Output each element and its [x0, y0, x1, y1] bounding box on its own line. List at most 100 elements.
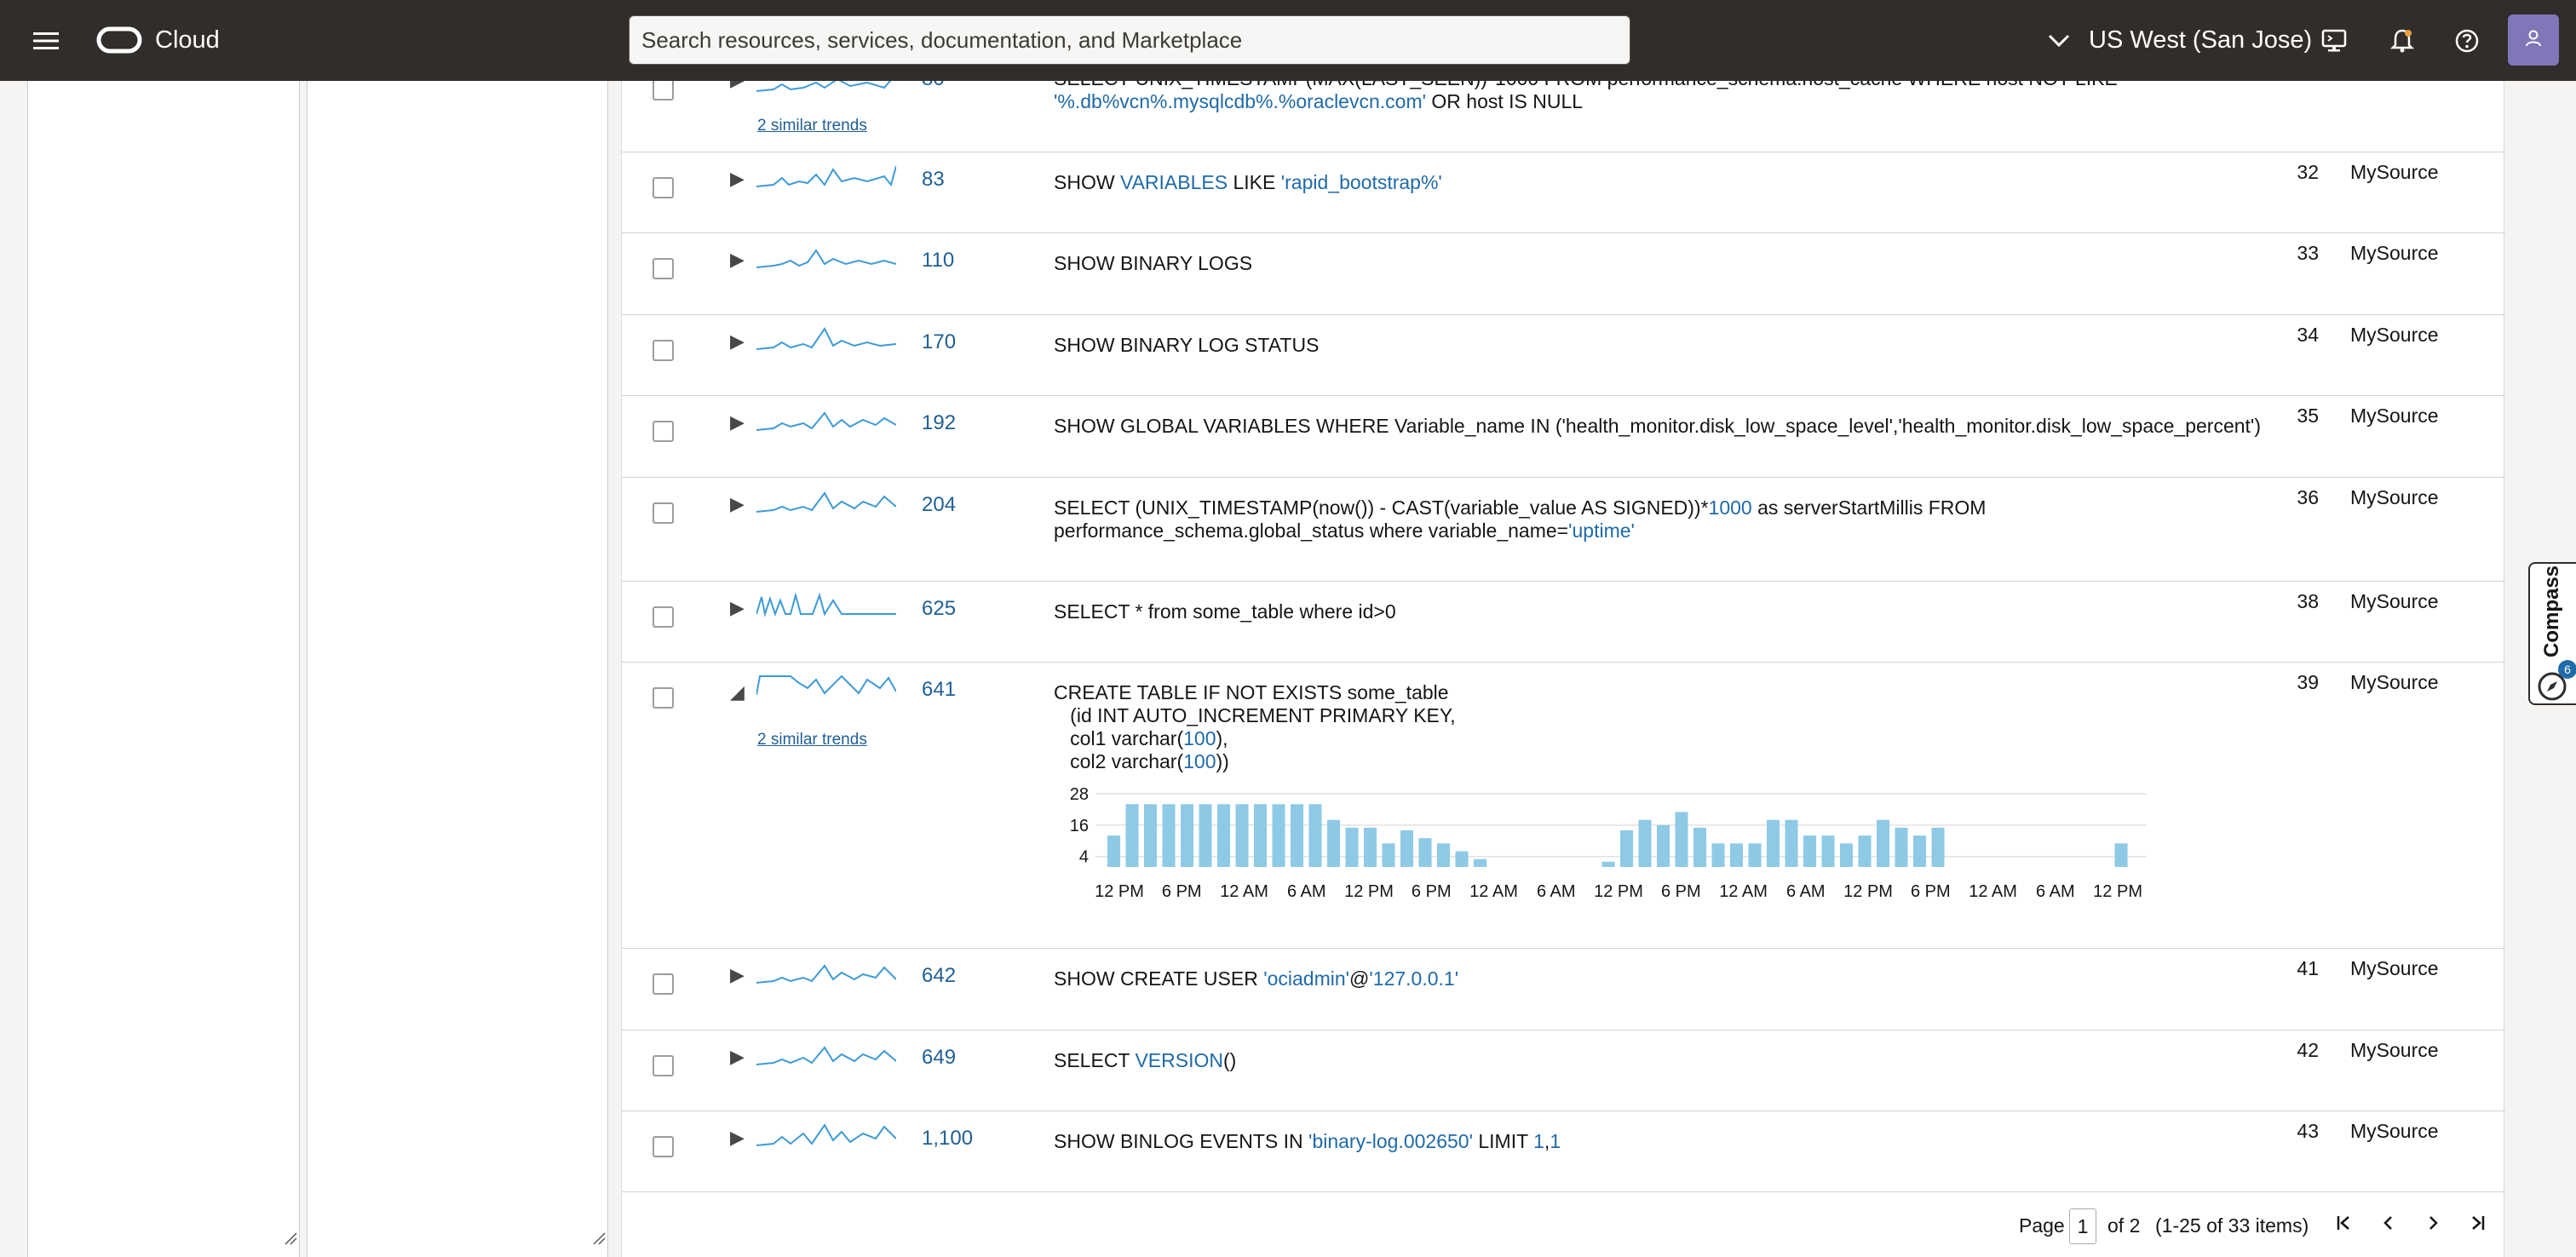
chart-bar[interactable] — [1601, 861, 1615, 867]
chart-bar[interactable] — [2114, 843, 2128, 867]
chart-bar[interactable] — [1272, 804, 1285, 867]
previous-page-icon[interactable] — [2378, 1213, 2399, 1237]
row-checkbox[interactable] — [653, 687, 674, 709]
chart-bar[interactable] — [1144, 804, 1158, 867]
chart-bar[interactable] — [1107, 835, 1121, 867]
similar-trends-link[interactable]: 2 similar trends — [757, 117, 867, 135]
chart-bar[interactable] — [1308, 804, 1322, 867]
execution-count[interactable]: 625 — [922, 597, 956, 621]
help-icon[interactable] — [2450, 24, 2484, 58]
chart-bar[interactable] — [1400, 830, 1414, 867]
chart-bar[interactable] — [1895, 827, 1908, 867]
brand-name[interactable]: Cloud — [155, 24, 220, 56]
chart-bar[interactable] — [1235, 804, 1249, 867]
chart-bar[interactable] — [1638, 819, 1652, 867]
chart-bar[interactable] — [1785, 819, 1798, 867]
table-row-expanded[interactable]: ◢ 641 2 similar trends CREATE TABLE IF N… — [622, 663, 2505, 949]
expand-row-icon[interactable]: ▶ — [730, 597, 745, 619]
chart-bar[interactable] — [1125, 804, 1139, 867]
expand-row-icon[interactable]: ▶ — [730, 330, 745, 353]
chart-bar[interactable] — [1931, 827, 1945, 867]
chart-bar[interactable] — [1364, 827, 1377, 867]
expand-row-icon[interactable]: ▶ — [730, 168, 745, 190]
execution-count[interactable]: 192 — [922, 411, 956, 435]
last-page-icon[interactable] — [2467, 1213, 2487, 1237]
chart-bar[interactable] — [1693, 827, 1707, 867]
chart-bar[interactable] — [1657, 824, 1670, 867]
table-row[interactable]: ▶ 642 SHOW CREATE USER 'ociadmin'@'127.0… — [622, 949, 2505, 1030]
next-page-icon[interactable] — [2423, 1213, 2443, 1237]
first-page-icon[interactable] — [2334, 1213, 2355, 1237]
chart-bar[interactable] — [1327, 819, 1341, 867]
chart-bar[interactable] — [1199, 804, 1212, 867]
table-row[interactable]: ▶ 192 SHOW GLOBAL VARIABLES WHERE Variab… — [622, 396, 2505, 478]
expand-row-icon[interactable]: ▶ — [730, 1127, 745, 1149]
chart-bar[interactable] — [1181, 804, 1194, 867]
chart-bar[interactable] — [1291, 804, 1304, 867]
resize-handle-icon[interactable] — [592, 1231, 606, 1245]
chart-bar[interactable] — [1382, 843, 1395, 867]
hamburger-menu-icon[interactable] — [29, 26, 63, 56]
notifications-bell-icon[interactable] — [2385, 24, 2419, 58]
table-row[interactable]: ▶ 625 SELECT * from some_table where id>… — [622, 582, 2505, 663]
table-row[interactable]: ▶ 170 SHOW BINARY LOG STATUS 34 MySource — [622, 315, 2505, 396]
execution-count[interactable]: 641 — [922, 678, 956, 702]
chart-bar[interactable] — [1455, 851, 1469, 867]
chart-bar[interactable] — [1913, 835, 1927, 867]
expand-row-icon[interactable]: ▶ — [730, 411, 745, 433]
region-selector[interactable]: US West (San Jose) — [2048, 14, 2312, 66]
execution-count[interactable]: 642 — [922, 964, 956, 988]
chart-bar[interactable] — [1821, 835, 1835, 867]
user-avatar[interactable] — [2508, 14, 2559, 66]
expand-row-icon[interactable]: ▶ — [730, 493, 745, 515]
row-checkbox[interactable] — [653, 340, 674, 361]
execution-count[interactable]: 83 — [922, 168, 945, 192]
row-checkbox[interactable] — [653, 79, 674, 100]
chart-bar[interactable] — [1840, 843, 1854, 867]
chart-bar[interactable] — [1217, 804, 1231, 867]
execution-count[interactable]: 204 — [922, 493, 956, 517]
chart-bar[interactable] — [1877, 819, 1890, 867]
chart-bar[interactable] — [1767, 819, 1780, 867]
chart-bar[interactable] — [1675, 812, 1688, 868]
row-checkbox[interactable] — [653, 421, 674, 442]
collapse-row-icon[interactable]: ◢ — [730, 681, 745, 703]
search-input[interactable]: Search resources, services, documentatio… — [629, 15, 1630, 65]
page-number-input[interactable]: 1 — [2069, 1208, 2096, 1244]
table-row[interactable]: ▶ 80 2 similar trends SELECT UNIX_TIMEST… — [622, 67, 2505, 152]
execution-count[interactable]: 110 — [922, 249, 954, 273]
row-checkbox[interactable] — [653, 606, 674, 628]
row-checkbox[interactable] — [653, 502, 674, 524]
row-checkbox[interactable] — [653, 973, 674, 995]
execution-count[interactable]: 649 — [922, 1046, 956, 1070]
oracle-logo-icon[interactable] — [95, 26, 143, 55]
resize-handle-icon[interactable] — [284, 1231, 297, 1245]
table-row[interactable]: ▶ 110 SHOW BINARY LOGS 33 MySource — [622, 233, 2505, 315]
chart-bar[interactable] — [1254, 804, 1268, 867]
row-checkbox[interactable] — [653, 177, 674, 198]
chart-bar[interactable] — [1803, 835, 1817, 867]
chart-bar[interactable] — [1711, 843, 1725, 867]
expand-row-icon[interactable]: ▶ — [730, 249, 745, 271]
chart-bar[interactable] — [1162, 804, 1176, 867]
table-row[interactable]: ▶ 204 SELECT (UNIX_TIMESTAMP(now()) - CA… — [622, 478, 2505, 582]
chart-bar[interactable] — [1437, 843, 1451, 867]
row-checkbox[interactable] — [653, 1136, 674, 1157]
chart-bar[interactable] — [1345, 827, 1359, 867]
table-row[interactable]: ▶ 1,100 SHOW BINLOG EVENTS IN 'binary-lo… — [622, 1111, 2505, 1192]
expand-row-icon[interactable]: ▶ — [730, 1046, 745, 1068]
row-checkbox[interactable] — [653, 1055, 674, 1076]
chart-bar[interactable] — [1474, 858, 1487, 867]
table-row[interactable]: ▶ 649 SELECT VERSION() 42 MySource — [622, 1030, 2505, 1111]
chart-bar[interactable] — [1620, 830, 1634, 867]
chart-bar[interactable] — [1858, 835, 1872, 867]
row-checkbox[interactable] — [653, 258, 674, 279]
expand-row-icon[interactable]: ▶ — [730, 964, 745, 986]
similar-trends-link[interactable]: 2 similar trends — [757, 731, 867, 749]
table-row[interactable]: ▶ 83 SHOW VARIABLES LIKE 'rapid_bootstra… — [622, 152, 2505, 233]
cloud-shell-icon[interactable] — [2317, 24, 2351, 58]
execution-count[interactable]: 1,100 — [922, 1127, 973, 1151]
chart-bar[interactable] — [1730, 843, 1744, 867]
compass-tab[interactable]: Compass 6 — [2528, 562, 2576, 705]
chart-bar[interactable] — [1418, 838, 1432, 867]
